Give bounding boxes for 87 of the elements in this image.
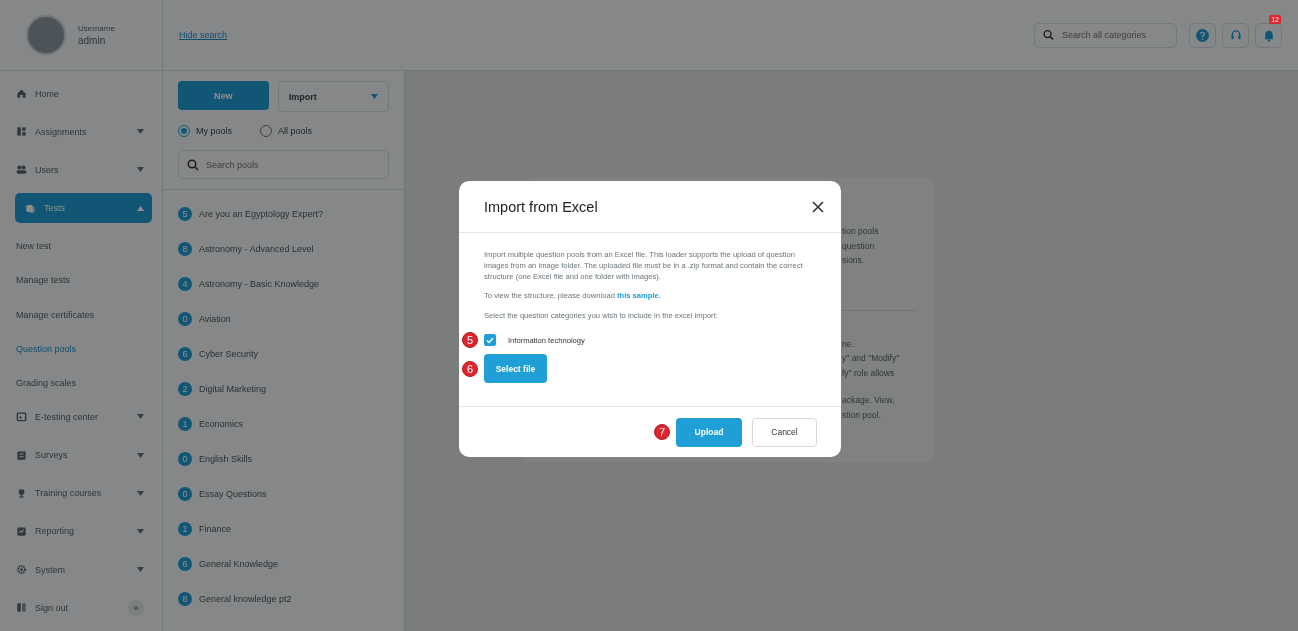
checkbox[interactable] (484, 334, 496, 346)
count-badge: 6 (178, 556, 192, 571)
pool-item[interactable]: Are you an Egyptology Expert? (199, 208, 324, 219)
filter-radio[interactable]: My pools (178, 125, 232, 137)
count-badge: 6 (178, 346, 192, 361)
search-icon (187, 158, 199, 171)
grid-icon (16, 126, 27, 138)
filter-radio[interactable]: All pools (260, 125, 313, 137)
count-badge: 2 (178, 381, 192, 396)
close-icon[interactable] (811, 199, 825, 214)
notifications-button[interactable] (1255, 22, 1282, 48)
count-badge: 4 (178, 276, 192, 291)
sidebar-item[interactable]: Assignments (8, 117, 152, 147)
sidebar-item[interactable]: E-testing center (8, 402, 152, 432)
card-text: ne. (842, 338, 855, 351)
avatar (26, 15, 66, 55)
check-icon (486, 336, 494, 344)
support-button[interactable] (1222, 22, 1249, 48)
step-marker: 7 (654, 424, 670, 440)
username-caption: Username (78, 24, 115, 33)
help-button[interactable] (1189, 22, 1216, 48)
headset-icon (1229, 28, 1242, 42)
card-text: question (842, 240, 876, 253)
pool-item[interactable]: Cyber Security (199, 348, 259, 359)
submenu-item[interactable]: Grading scales (16, 368, 152, 398)
submenu-item[interactable]: New test (16, 231, 152, 261)
search-field[interactable]: Search pools (178, 150, 389, 179)
collapse-button[interactable]: « (128, 599, 144, 616)
count-badge: 0 (178, 311, 192, 326)
count-badge: 1 (178, 416, 192, 431)
gear-icon (16, 564, 27, 575)
pool-item[interactable]: General Knowledge (199, 558, 279, 569)
pool-item[interactable]: Aviation (199, 313, 231, 324)
caret-icon (371, 94, 378, 99)
list-icon (16, 449, 27, 461)
dialog-title: Import from Excel (484, 198, 598, 215)
trophy-icon (16, 487, 27, 499)
pool-item[interactable]: General knowledge pt2 (199, 593, 292, 604)
sidebar-item[interactable]: Users (8, 155, 152, 185)
pool-item[interactable]: Astronomy - Advanced Level (199, 243, 314, 254)
sidebar-item[interactable]: Home (8, 79, 152, 109)
sidebar-item[interactable]: Surveys (8, 440, 152, 470)
select-file-button[interactable]: Select file (484, 354, 547, 383)
sidebar-item[interactable]: System (8, 554, 152, 585)
search-icon (1043, 29, 1054, 41)
copy-icon (25, 202, 36, 214)
sidebar-item[interactable]: Reporting (8, 516, 152, 547)
home-icon (16, 88, 27, 100)
card-text: stion pool. (842, 409, 882, 422)
count-badge: 8 (178, 241, 192, 256)
step-marker: 6 (462, 360, 478, 377)
import-dropdown[interactable]: Import (277, 81, 389, 112)
card-text: tion pools (842, 226, 880, 238)
count-badge: 0 (178, 486, 192, 501)
count-badge: 1 (178, 521, 192, 536)
count-badge: 5 (178, 206, 192, 221)
card-text: fy" role allows (842, 367, 896, 380)
username: admin (78, 35, 107, 46)
new-button[interactable]: New (178, 81, 269, 110)
pool-item[interactable]: Finance (199, 523, 232, 534)
pool-item[interactable]: Economics (199, 418, 243, 429)
hide-search-link[interactable]: Hide search (179, 30, 228, 40)
card-text: sions. (842, 255, 866, 267)
cancel-button[interactable]: Cancel (752, 417, 817, 447)
sidebar-item[interactable]: Tests (15, 193, 152, 223)
upload-button[interactable]: Upload (676, 417, 742, 447)
chart-icon (16, 525, 27, 537)
pool-item[interactable]: Digital Marketing (199, 383, 267, 394)
pool-item[interactable]: English Skills (199, 453, 253, 464)
step-marker: 5 (462, 332, 478, 348)
count-badge: 8 (178, 591, 192, 606)
pool-item[interactable]: Astronomy - Basic Knowledge (199, 278, 320, 289)
submenu-item[interactable]: Manage certificates (16, 299, 152, 330)
submenu-item[interactable]: Question pools (16, 334, 152, 364)
card-text: y" and "Modify" (842, 353, 901, 365)
users-icon (16, 164, 27, 176)
sidebar-item[interactable]: Training courses (8, 478, 152, 508)
submenu-item[interactable]: Manage tests (16, 265, 152, 296)
card-text: ackage. View, (842, 395, 896, 407)
count-badge: 0 (178, 451, 192, 466)
calendar-icon (16, 411, 27, 423)
bell-icon (1262, 28, 1275, 42)
pool-item[interactable]: Essay Questions (199, 488, 267, 499)
door-icon (16, 602, 27, 614)
help-icon (1196, 28, 1209, 42)
sidebar-item[interactable]: Sign out « (8, 592, 152, 623)
search-field[interactable]: Search all categories (1034, 22, 1177, 48)
